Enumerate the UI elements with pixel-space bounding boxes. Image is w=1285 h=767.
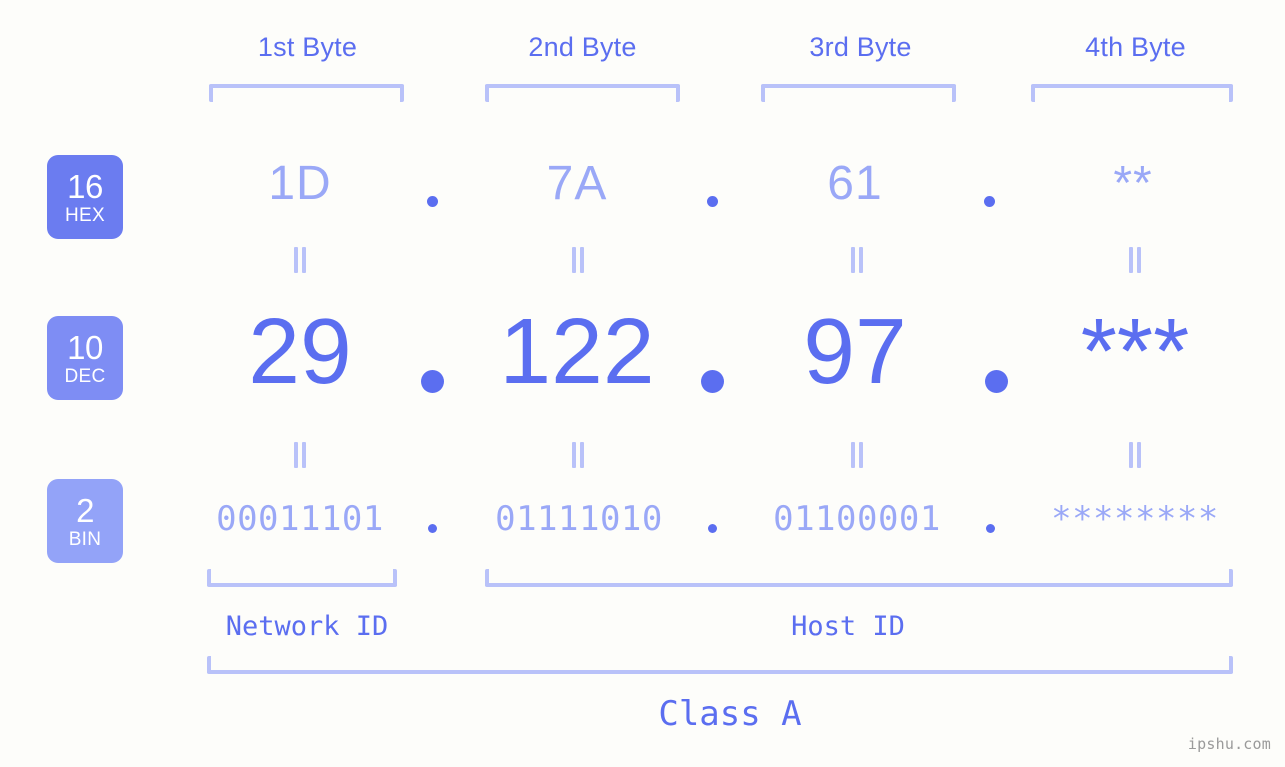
- hex-separator-1: [427, 196, 438, 207]
- host-id-label: Host ID: [791, 611, 905, 642]
- base-badge-bin[interactable]: 2 BIN: [47, 479, 123, 563]
- byte-header-4: 4th Byte: [1085, 32, 1186, 62]
- hex-byte-3: 61: [827, 157, 883, 210]
- binary-separator-2: [708, 524, 717, 533]
- decimal-byte-3: 97: [803, 299, 907, 403]
- decimal-separator-3: [985, 370, 1008, 393]
- hex-byte-4: **: [1113, 157, 1153, 210]
- equals-connector-dec-bin-1: [293, 442, 307, 468]
- hex-byte-2: 7A: [546, 157, 608, 210]
- base-badge-dec-label: DEC: [64, 365, 106, 387]
- class-label: Class A: [658, 694, 802, 734]
- host-id-bracket: [485, 569, 1233, 587]
- base-badge-hex-label: HEX: [65, 204, 105, 226]
- network-id-bracket: [207, 569, 397, 587]
- byte-bracket-3: [761, 84, 956, 102]
- network-id-label: Network ID: [225, 611, 389, 642]
- base-badge-bin-radix: 2: [76, 491, 94, 529]
- binary-byte-4: ********: [1051, 499, 1219, 539]
- decimal-separator-1: [421, 370, 444, 393]
- hex-separator-3: [984, 196, 995, 207]
- equals-connector-dec-bin-3: [850, 442, 864, 468]
- equals-connector-hex-dec-2: [571, 247, 585, 273]
- base-badge-dec-radix: 10: [67, 328, 103, 366]
- binary-separator-1: [428, 524, 437, 533]
- equals-connector-dec-bin-2: [571, 442, 585, 468]
- binary-separator-3: [986, 524, 995, 533]
- base-badge-hex-radix: 16: [67, 167, 103, 205]
- byte-header-2: 2nd Byte: [528, 32, 637, 62]
- hex-byte-1: 1D: [268, 157, 332, 210]
- site-watermark: ipshu.com: [1187, 735, 1271, 753]
- binary-byte-2: 01111010: [495, 499, 663, 539]
- decimal-byte-2: 122: [499, 299, 655, 403]
- byte-header-3: 3rd Byte: [809, 32, 912, 62]
- class-bracket: [207, 656, 1233, 674]
- decimal-byte-4: ***: [1080, 299, 1190, 403]
- ip-breakdown-diagram: 1st Byte 2nd Byte 3rd Byte 4th Byte 16 H…: [0, 0, 1285, 767]
- equals-connector-hex-dec-4: [1128, 247, 1142, 273]
- byte-bracket-4: [1031, 84, 1233, 102]
- base-badge-bin-label: BIN: [68, 528, 102, 550]
- hex-separator-2: [707, 196, 718, 207]
- equals-connector-hex-dec-3: [850, 247, 864, 273]
- equals-connector-hex-dec-1: [293, 247, 307, 273]
- byte-bracket-1: [209, 84, 404, 102]
- binary-byte-3: 01100001: [773, 499, 941, 539]
- decimal-byte-1: 29: [248, 299, 352, 403]
- byte-bracket-2: [485, 84, 680, 102]
- base-badge-dec[interactable]: 10 DEC: [47, 316, 123, 400]
- binary-byte-1: 00011101: [216, 499, 384, 539]
- decimal-separator-2: [701, 370, 724, 393]
- byte-header-1: 1st Byte: [257, 32, 358, 62]
- base-badge-hex[interactable]: 16 HEX: [47, 155, 123, 239]
- equals-connector-dec-bin-4: [1128, 442, 1142, 468]
